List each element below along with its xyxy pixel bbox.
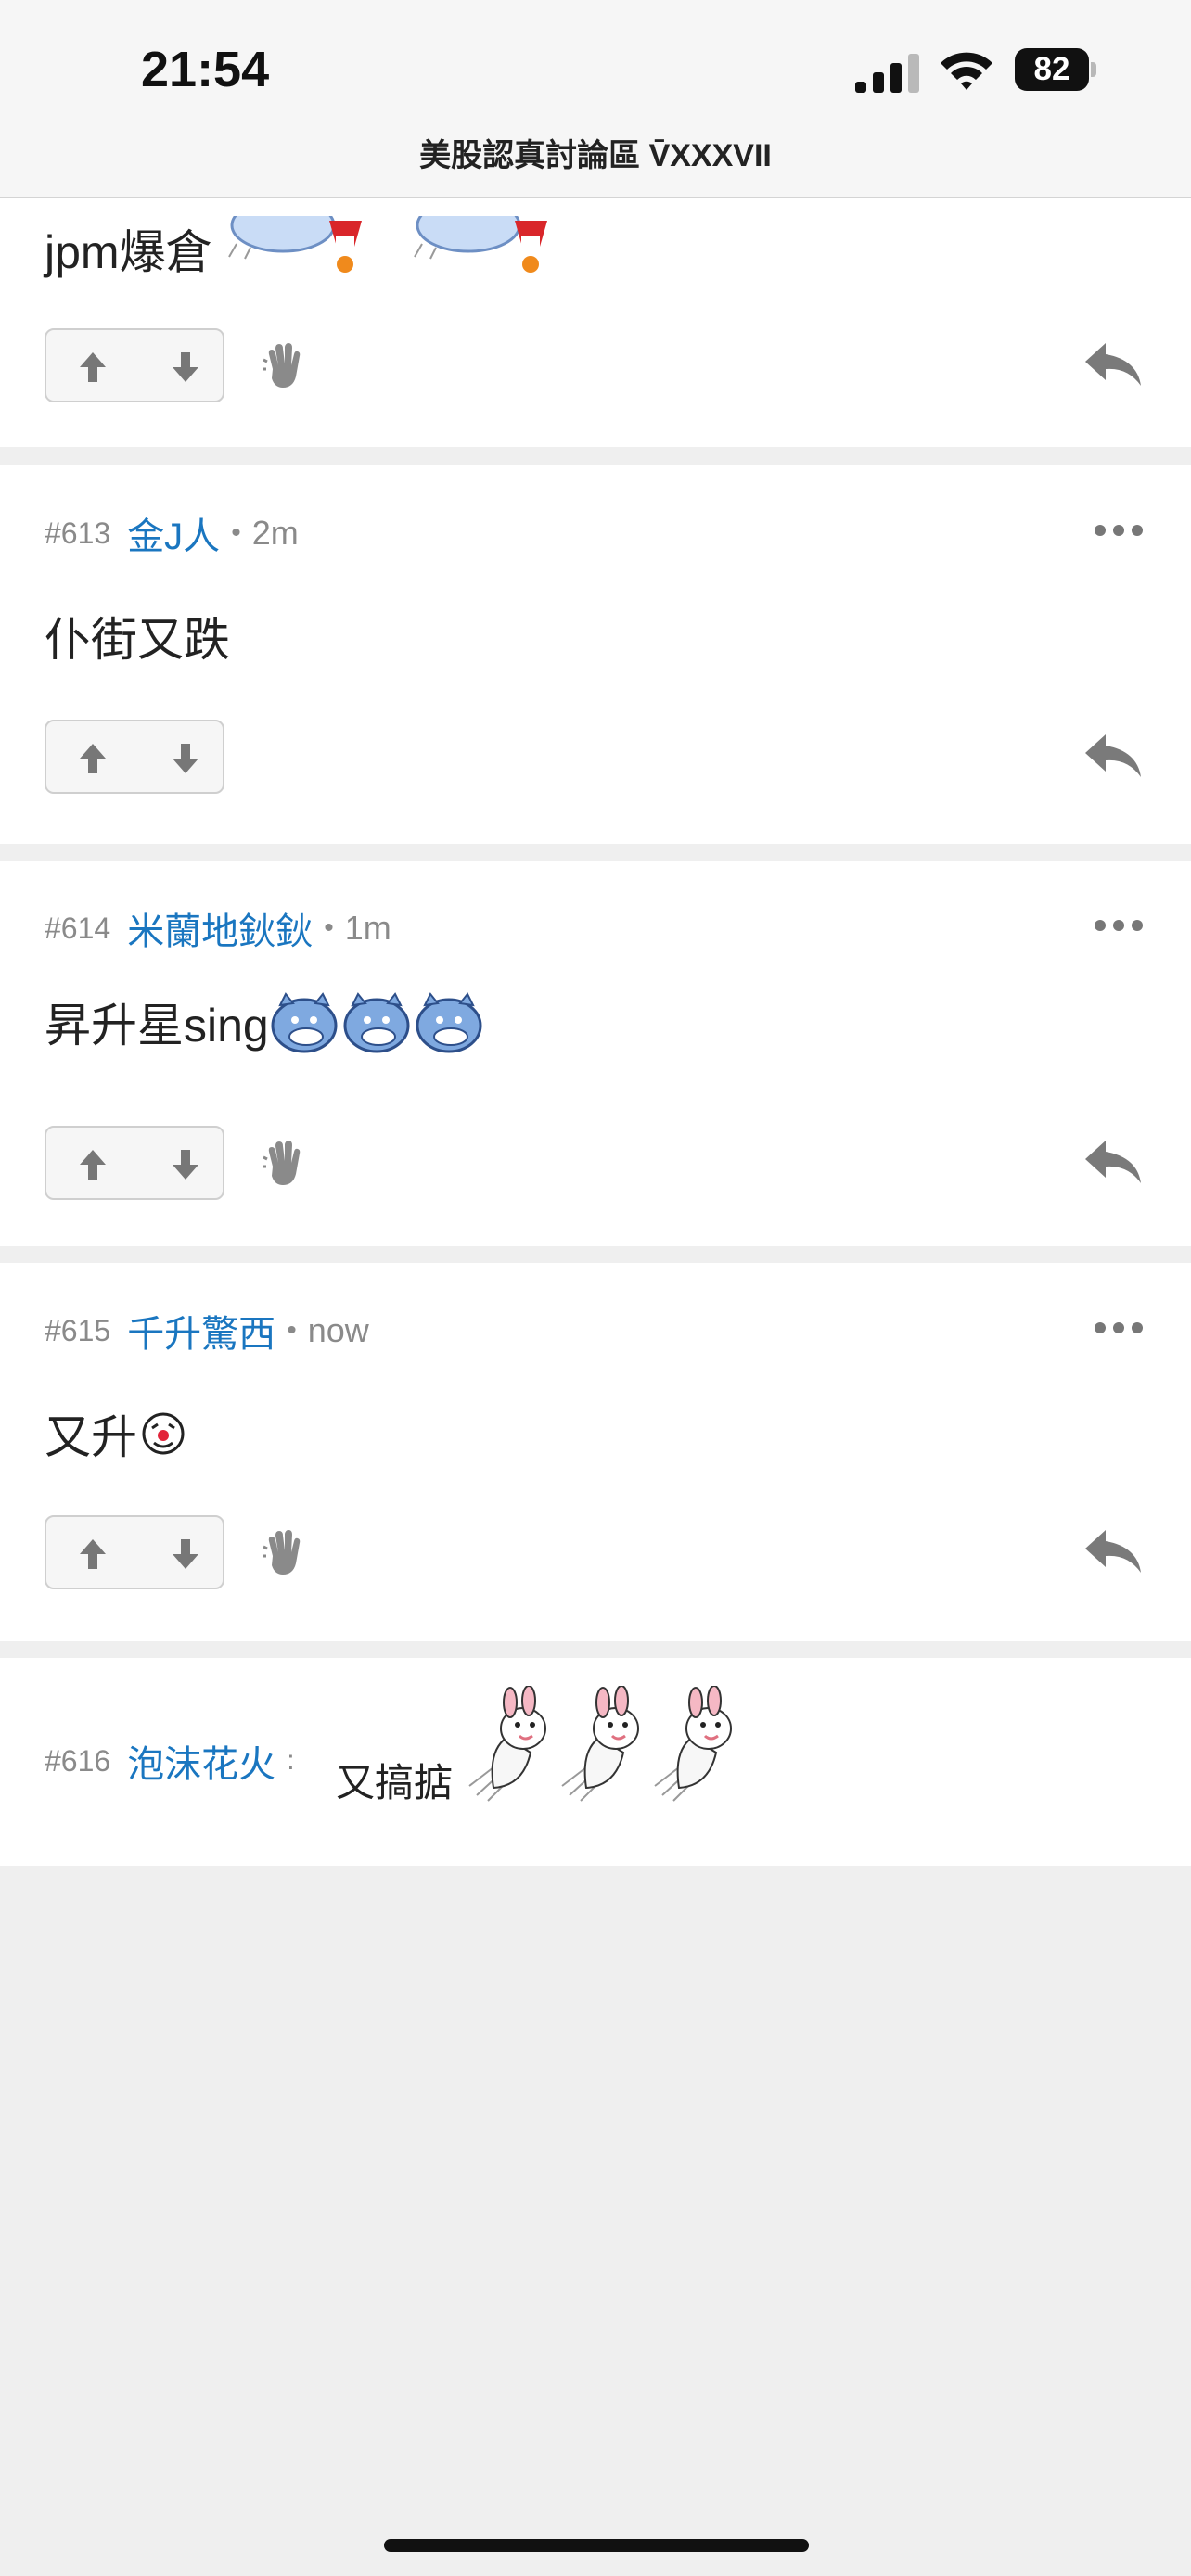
meta-separator: • <box>324 912 334 943</box>
arrow-down-icon[interactable] <box>165 738 206 779</box>
reply-arrow-icon[interactable] <box>1083 1526 1143 1575</box>
meta-separator: • <box>287 1315 297 1345</box>
post-number: #615 <box>45 1313 111 1347</box>
post-text: jpm爆倉 <box>45 226 212 278</box>
meta-separator: : <box>287 1745 295 1776</box>
arrow-down-icon[interactable] <box>165 347 206 388</box>
post-number: #616 <box>45 1743 111 1778</box>
post-content: 又搞掂 <box>336 1686 744 1816</box>
post-content: 昇升星sing <box>45 988 486 1055</box>
post-author[interactable]: 千升驚西 <box>127 1304 275 1358</box>
arrow-down-icon[interactable] <box>165 1534 206 1575</box>
arrow-up-icon[interactable] <box>72 1534 113 1575</box>
clown-face-icon <box>142 1412 185 1455</box>
cellular-signal-icon <box>855 54 919 93</box>
post-card: #613 金J人 • 2m 仆街又跌 <box>0 465 1191 844</box>
ellipsis-icon[interactable] <box>1093 517 1145 543</box>
post-author[interactable]: 米蘭地鈥鈥 <box>127 901 313 955</box>
vote-box <box>45 720 224 794</box>
reply-arrow-icon[interactable] <box>1083 1137 1143 1185</box>
post-time: 2m <box>251 514 299 552</box>
vote-box <box>45 1126 224 1200</box>
arrow-up-icon[interactable] <box>72 347 113 388</box>
reply-arrow-icon[interactable] <box>1083 731 1143 779</box>
thread-title[interactable]: 美股認真討論區 V̄XXXVII <box>0 130 1191 175</box>
post-card: jpm爆倉 <box>0 197 1191 447</box>
post-card: #614 米蘭地鈥鈥 • 1m 昇升星sing <box>0 861 1191 1246</box>
post-content: jpm爆倉 <box>45 215 617 282</box>
post-meta: #614 米蘭地鈥鈥 • 1m <box>45 905 391 952</box>
post-meta: #616 泡沫花火 : <box>45 1738 306 1786</box>
hand-wave-icon[interactable] <box>262 341 306 391</box>
hand-wave-icon[interactable] <box>262 1528 306 1578</box>
post-card: #616 泡沫花火 : 又搞掂 <box>0 1658 1191 1866</box>
post-number: #613 <box>45 516 111 550</box>
top-bar: 21:54 82 美股認真討論區 V̄XXXVII <box>0 0 1191 198</box>
arrow-down-icon[interactable] <box>165 1144 206 1185</box>
post-number: #614 <box>45 911 111 945</box>
vote-box <box>45 328 224 402</box>
post-author[interactable]: 金J人 <box>127 506 220 560</box>
post-card: #615 千升驚西 • now 又升 <box>0 1263 1191 1641</box>
post-time: now <box>307 1311 369 1349</box>
reply-arrow-icon[interactable] <box>1083 339 1143 388</box>
arrow-up-icon[interactable] <box>72 738 113 779</box>
hand-wave-icon[interactable] <box>262 1139 306 1189</box>
post-text: 昇升星sing <box>45 1000 269 1052</box>
wifi-icon <box>941 52 992 90</box>
rocket-sticker-icon <box>227 216 547 273</box>
arrow-up-icon[interactable] <box>72 1144 113 1185</box>
vote-box <box>45 1515 224 1589</box>
home-indicator[interactable] <box>384 2539 809 2552</box>
post-text: 仆街又跌 <box>45 614 230 666</box>
post-meta: #615 千升驚西 • now <box>45 1307 369 1355</box>
post-text: 又升 <box>45 1411 137 1463</box>
meta-separator: • <box>231 517 241 548</box>
post-content: 又升 <box>45 1400 186 1467</box>
flying-rabbit-sticker-icon <box>468 1686 733 1802</box>
ellipsis-icon[interactable] <box>1093 912 1145 938</box>
ellipsis-icon[interactable] <box>1093 1315 1145 1341</box>
blue-mascot-sticker-icon <box>271 992 482 1053</box>
post-author[interactable]: 泡沫花火 <box>127 1734 275 1788</box>
status-time: 21:54 <box>141 42 270 97</box>
battery-icon: 82 <box>1015 48 1096 91</box>
post-text: 又搞掂 <box>336 1761 454 1804</box>
battery-level: 82 <box>1015 48 1089 91</box>
post-time: 1m <box>344 909 391 947</box>
post-content: 仆街又跌 <box>45 603 230 670</box>
post-meta: #613 金J人 • 2m <box>45 510 299 557</box>
